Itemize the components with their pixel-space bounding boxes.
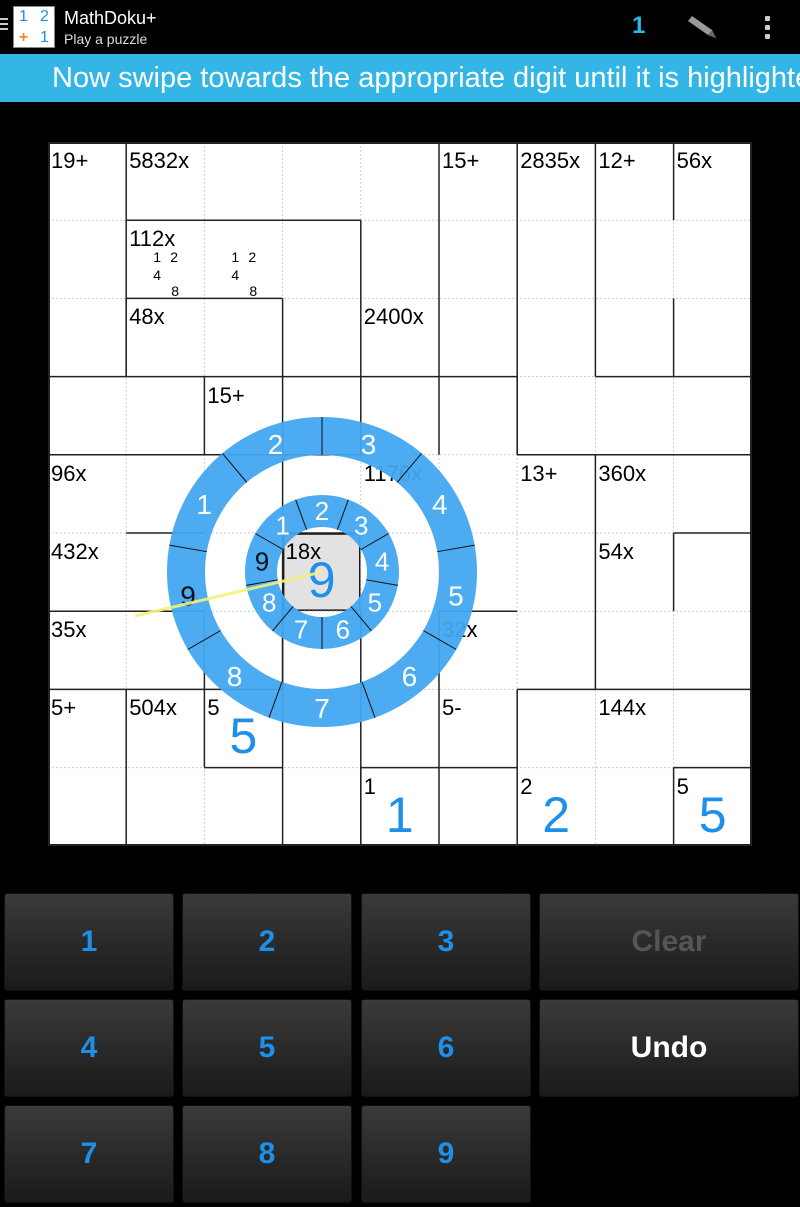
digit-2-button[interactable]: 2	[182, 893, 352, 991]
inner-ring-digit[interactable]: 5	[368, 588, 382, 618]
outer-ring-digit[interactable]: 9	[180, 581, 196, 612]
outer-ring-digit[interactable]: 7	[314, 693, 330, 724]
outer-ring-digit[interactable]: 1	[196, 489, 212, 520]
digit-3-button[interactable]: 3	[361, 893, 531, 991]
inner-ring-digit[interactable]: 2	[315, 496, 329, 526]
inner-ring-digit[interactable]: 8	[262, 588, 276, 618]
digit-6-button[interactable]: 6	[361, 999, 531, 1097]
digit-keypad: 1 2 3 Clear 4 5 6 Undo 7 8 9	[0, 890, 800, 1207]
inner-ring-digit[interactable]: 4	[375, 546, 389, 576]
outer-ring-digit[interactable]: 4	[432, 489, 448, 520]
outer-ring-digit[interactable]: 6	[402, 661, 418, 692]
inner-ring-digit[interactable]: 7	[294, 614, 308, 644]
outer-ring-digit[interactable]: 5	[448, 581, 464, 612]
digit-8-button[interactable]: 8	[182, 1105, 352, 1203]
digit-4-button[interactable]: 4	[4, 999, 174, 1097]
digit-7-button[interactable]: 7	[4, 1105, 174, 1203]
undo-button[interactable]: Undo	[539, 999, 799, 1097]
inner-ring-digit[interactable]: 1	[276, 510, 290, 540]
inner-ring-digit[interactable]: 3	[354, 510, 368, 540]
inner-ring-digit[interactable]: 9	[255, 546, 269, 576]
outer-ring-digit[interactable]: 8	[227, 661, 243, 692]
digit-5-button[interactable]: 5	[182, 999, 352, 1097]
outer-ring-digit[interactable]: 2	[268, 429, 284, 460]
clear-button[interactable]: Clear	[539, 893, 799, 991]
digit-1-button[interactable]: 1	[4, 893, 174, 991]
inner-ring-digit[interactable]: 6	[336, 614, 350, 644]
digit-9-button[interactable]: 9	[361, 1105, 531, 1203]
outer-ring-digit[interactable]: 3	[361, 429, 377, 460]
